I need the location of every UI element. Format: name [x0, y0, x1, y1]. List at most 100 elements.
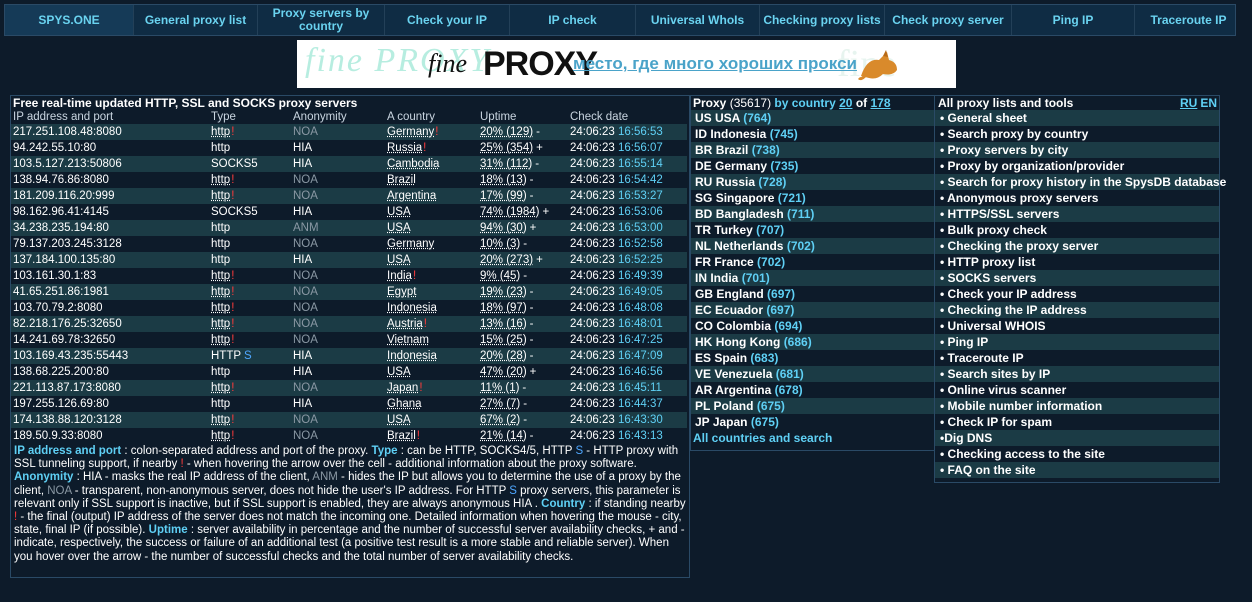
tool-link[interactable]: • Checking the proxy server — [935, 238, 1219, 254]
country-cell[interactable]: India! — [385, 268, 478, 284]
country-item-ec[interactable]: EC Ecuador (697) — [691, 302, 934, 318]
ip-port[interactable]: 103.161.30.1:83 — [11, 268, 209, 284]
uptime-cell[interactable]: 13% (16) - — [478, 316, 568, 332]
proxy-type[interactable]: http — [209, 396, 291, 412]
lang-ru-link[interactable]: RU — [1180, 96, 1197, 110]
tool-link[interactable]: • FAQ on the site — [935, 462, 1219, 478]
ip-port[interactable]: 138.68.225.200:80 — [11, 364, 209, 380]
uptime-cell[interactable]: 25% (354) + — [478, 140, 568, 156]
ip-port[interactable]: 41.65.251.86:1981 — [11, 284, 209, 300]
by-country-link[interactable]: by country — [774, 96, 835, 110]
nav-traceroute-ip[interactable]: Traceroute IP — [1135, 5, 1242, 35]
ip-port[interactable]: 217.251.108.48:8080 — [11, 124, 209, 140]
uptime-cell[interactable]: 27% (7) - — [478, 396, 568, 412]
country-cell[interactable]: Austria! — [385, 316, 478, 332]
proxy-type[interactable]: http! — [209, 172, 291, 188]
proxy-type[interactable]: http! — [209, 412, 291, 428]
nav-check-your-ip[interactable]: Check your IP — [385, 5, 510, 35]
country-item-ru[interactable]: RU Russia (728) — [691, 174, 934, 190]
country-cell[interactable]: Vietnam — [385, 332, 478, 348]
uptime-cell[interactable]: 20% (129) - — [478, 124, 568, 140]
banner-tagline-link[interactable]: место, где много хороших прокси — [573, 54, 857, 74]
uptime-cell[interactable]: 21% (14) - — [478, 428, 568, 444]
proxy-type[interactable]: HTTP S — [209, 348, 291, 364]
country-item-bd[interactable]: BD Bangladesh (711) — [691, 206, 934, 222]
country-cell[interactable]: Japan! — [385, 380, 478, 396]
tool-link[interactable]: •Dig DNS — [935, 430, 1219, 446]
ip-port[interactable]: 174.138.88.120:3128 — [11, 412, 209, 428]
country-item-co[interactable]: CO Colombia (694) — [691, 318, 934, 334]
proxy-type[interactable]: http! — [209, 124, 291, 140]
uptime-cell[interactable]: 31% (112) - — [478, 156, 568, 172]
country-cell[interactable]: USA — [385, 364, 478, 380]
uptime-cell[interactable]: 74% (1984) + — [478, 204, 568, 220]
country-cell[interactable]: Germany! — [385, 124, 478, 140]
country-cell[interactable]: Russia! — [385, 140, 478, 156]
country-item-id[interactable]: ID Indonesia (745) — [691, 126, 934, 142]
uptime-cell[interactable]: 20% (273) + — [478, 252, 568, 268]
proxy-type[interactable]: http! — [209, 284, 291, 300]
country-item-es[interactable]: ES Spain (683) — [691, 350, 934, 366]
proxy-type[interactable]: http! — [209, 268, 291, 284]
proxy-type[interactable]: http — [209, 220, 291, 236]
country-item-de[interactable]: DE Germany (735) — [691, 158, 934, 174]
nav-check-proxy-server[interactable]: Check proxy server — [885, 5, 1012, 35]
tool-link[interactable]: • Anonymous proxy servers — [935, 190, 1219, 206]
country-item-nl[interactable]: NL Netherlands (702) — [691, 238, 934, 254]
country-item-sg[interactable]: SG Singapore (721) — [691, 190, 934, 206]
uptime-cell[interactable]: 19% (23) - — [478, 284, 568, 300]
uptime-cell[interactable]: 94% (30) + — [478, 220, 568, 236]
proxy-type[interactable]: SOCKS5 — [209, 156, 291, 172]
tool-link[interactable]: • Bulk proxy check — [935, 222, 1219, 238]
uptime-cell[interactable]: 67% (2) - — [478, 412, 568, 428]
tool-link[interactable]: • Check IP for spam — [935, 414, 1219, 430]
uptime-cell[interactable]: 18% (13) - — [478, 172, 568, 188]
country-item-br[interactable]: BR Brazil (738) — [691, 142, 934, 158]
ip-port[interactable]: 138.94.76.86:8080 — [11, 172, 209, 188]
tool-link[interactable]: • Ping IP — [935, 334, 1219, 350]
tool-link[interactable]: • Checking access to the site — [935, 446, 1219, 462]
tool-link[interactable]: • Search proxy by country — [935, 126, 1219, 142]
proxy-type[interactable]: http — [209, 252, 291, 268]
tool-link[interactable]: • SOCKS servers — [935, 270, 1219, 286]
country-cell[interactable]: Argentina — [385, 188, 478, 204]
proxy-type[interactable]: http! — [209, 332, 291, 348]
uptime-cell[interactable]: 15% (25) - — [478, 332, 568, 348]
ip-port[interactable]: 103.70.79.2:8080 — [11, 300, 209, 316]
proxy-type[interactable]: http — [209, 364, 291, 380]
country-item-ar[interactable]: AR Argentina (678) — [691, 382, 934, 398]
ip-port[interactable]: 79.137.203.245:3128 — [11, 236, 209, 252]
nav-checking-proxy-lists[interactable]: Checking proxy lists — [760, 5, 885, 35]
nav-ip-check[interactable]: IP check — [510, 5, 636, 35]
tool-link[interactable]: • HTTP proxy list — [935, 254, 1219, 270]
nav-proxy-by-country[interactable]: Proxy servers by country — [258, 5, 385, 35]
tool-link[interactable]: • Search for proxy history in the SpysDB… — [935, 174, 1226, 190]
uptime-cell[interactable]: 9% (45) - — [478, 268, 568, 284]
tool-link[interactable]: • Search sites by IP — [935, 366, 1219, 382]
proxy-type[interactable]: http! — [209, 428, 291, 444]
country-cell[interactable]: USA — [385, 220, 478, 236]
country-cell[interactable]: USA — [385, 204, 478, 220]
country-cell[interactable]: USA — [385, 412, 478, 428]
ip-port[interactable]: 82.218.176.25:32650 — [11, 316, 209, 332]
nav-universal-whois[interactable]: Universal WhoIs — [636, 5, 760, 35]
uptime-cell[interactable]: 18% (97) - — [478, 300, 568, 316]
ip-port[interactable]: 197.255.126.69:80 — [11, 396, 209, 412]
country-item-us[interactable]: US USA (764) — [691, 110, 934, 126]
country-item-tr[interactable]: TR Turkey (707) — [691, 222, 934, 238]
country-item-in[interactable]: IN India (701) — [691, 270, 934, 286]
nav-ping-ip[interactable]: Ping IP — [1012, 5, 1135, 35]
nav-home[interactable]: SPYS.ONE — [5, 5, 134, 35]
ip-port[interactable]: 103.5.127.213:50806 — [11, 156, 209, 172]
proxy-type[interactable]: http! — [209, 188, 291, 204]
tool-link[interactable]: • Online virus scanner — [935, 382, 1219, 398]
all-countries-link[interactable]: All countries and search — [691, 430, 934, 446]
country-item-hk[interactable]: HK Hong Kong (686) — [691, 334, 934, 350]
ip-port[interactable]: 189.50.9.33:8080 — [11, 428, 209, 444]
ip-port[interactable]: 98.162.96.41:4145 — [11, 204, 209, 220]
country-cell[interactable]: Indonesia — [385, 348, 478, 364]
tool-link[interactable]: • Universal WHOIS — [935, 318, 1219, 334]
proxy-type[interactable]: http — [209, 236, 291, 252]
ip-port[interactable]: 103.169.43.235:55443 — [11, 348, 209, 364]
tool-link[interactable]: • Proxy servers by city — [935, 142, 1219, 158]
